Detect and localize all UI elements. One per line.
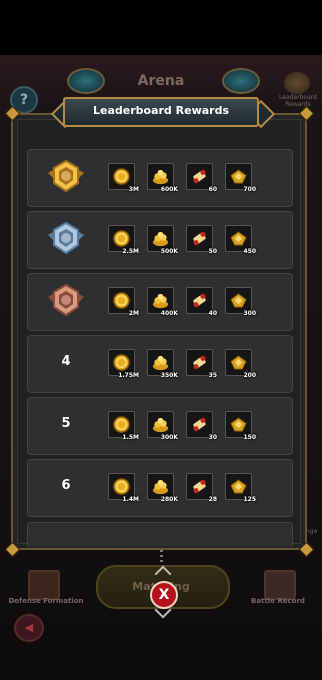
reward-quantity: 35 bbox=[208, 372, 217, 379]
reward-quantity: 450 bbox=[243, 248, 256, 255]
reward-quantity: 1.5M bbox=[122, 434, 139, 441]
arena-title: Arena bbox=[137, 73, 185, 89]
reward-quantity: 50 bbox=[208, 248, 217, 255]
reward-item[interactable]: 60 bbox=[186, 163, 217, 193]
list-item: 4 1.75M 350K 35 200 bbox=[27, 335, 293, 393]
silver-medal-icon bbox=[46, 221, 86, 257]
ingot-icon bbox=[229, 477, 248, 496]
defense-formation-label[interactable]: Defense Formation bbox=[6, 597, 86, 605]
reward-item[interactable]: 2.5M bbox=[108, 225, 139, 255]
gold-pile-icon bbox=[151, 229, 170, 248]
reward-quantity: 200 bbox=[243, 372, 256, 379]
reward-item[interactable]: 3M bbox=[108, 163, 139, 193]
gold-pile-icon bbox=[151, 291, 170, 310]
ingot-icon bbox=[229, 415, 248, 434]
reward-item[interactable]: 300 bbox=[225, 287, 256, 317]
reward-quantity: 2M bbox=[128, 310, 139, 317]
reward-quantity: 2.5M bbox=[122, 248, 139, 255]
reward-item[interactable]: 50 bbox=[186, 225, 217, 255]
gold-pile-icon bbox=[151, 477, 170, 496]
reward-quantity: 280K bbox=[160, 496, 178, 503]
gold-pile-icon bbox=[151, 353, 170, 372]
reward-item[interactable]: 450 bbox=[225, 225, 256, 255]
reward-quantity: 600K bbox=[160, 186, 178, 193]
gold-coin-icon bbox=[112, 291, 131, 310]
reward-item[interactable]: 125 bbox=[225, 473, 256, 503]
reward-item[interactable]: 28 bbox=[186, 473, 217, 503]
leaderboard-icon[interactable] bbox=[284, 72, 310, 94]
reward-item[interactable]: 600K bbox=[147, 163, 178, 193]
reward-item[interactable]: 350K bbox=[147, 349, 178, 379]
reward-item[interactable]: 300K bbox=[147, 411, 178, 441]
panel-title: Leaderboard Rewards bbox=[93, 104, 229, 117]
dotted-divider bbox=[160, 550, 163, 564]
side-label: nge bbox=[306, 528, 318, 535]
reward-quantity: 500K bbox=[160, 248, 178, 255]
gold-medal-icon bbox=[46, 159, 86, 195]
leaderboard-rewards-label[interactable]: Leaderboard Rewards bbox=[268, 94, 322, 108]
list-item: 3M 600K 60 700 bbox=[27, 149, 293, 207]
rank-number: 5 bbox=[61, 416, 71, 431]
list-item: 5 1.5M 300K 30 150 bbox=[27, 397, 293, 455]
ingot-icon bbox=[229, 167, 248, 186]
reward-item[interactable]: 150 bbox=[225, 411, 256, 441]
list-item: 2M 400K 40 300 bbox=[27, 273, 293, 331]
gold-coin-icon bbox=[112, 229, 131, 248]
reward-quantity: 1.4M bbox=[122, 496, 139, 503]
reward-item[interactable]: 40 bbox=[186, 287, 217, 317]
rank-number: 4 bbox=[61, 354, 71, 369]
reward-item[interactable]: 30 bbox=[186, 411, 217, 441]
gold-coin-icon bbox=[112, 167, 131, 186]
gold-pile-icon bbox=[151, 167, 170, 186]
reward-quantity: 40 bbox=[208, 310, 217, 317]
reward-quantity: 3M bbox=[128, 186, 139, 193]
battle-record-label[interactable]: Battle Record bbox=[240, 597, 316, 605]
ingot-icon bbox=[229, 291, 248, 310]
scroll-icon bbox=[190, 415, 209, 434]
reward-quantity: 400K bbox=[160, 310, 178, 317]
reward-quantity: 350K bbox=[160, 372, 178, 379]
bronze-medal-icon bbox=[46, 283, 86, 319]
gold-coin-icon bbox=[112, 477, 131, 496]
list-item: 6 1.4M 280K 28 125 bbox=[27, 459, 293, 517]
gold-coin-icon bbox=[112, 353, 131, 372]
scroll-icon bbox=[190, 353, 209, 372]
reward-quantity: 28 bbox=[208, 496, 217, 503]
reward-item[interactable]: 400K bbox=[147, 287, 178, 317]
reward-quantity: 125 bbox=[243, 496, 256, 503]
reward-quantity: 60 bbox=[208, 186, 217, 193]
reward-item[interactable]: 2M bbox=[108, 287, 139, 317]
reward-quantity: 1.75M bbox=[118, 372, 139, 379]
battle-record-icon[interactable] bbox=[264, 570, 296, 600]
list-item-partial bbox=[27, 522, 293, 546]
reward-quantity: 300K bbox=[160, 434, 178, 441]
reward-quantity: 30 bbox=[208, 434, 217, 441]
scroll-icon bbox=[190, 229, 209, 248]
scroll-icon bbox=[190, 291, 209, 310]
scroll-icon bbox=[190, 167, 209, 186]
reward-item[interactable]: 1.75M bbox=[108, 349, 139, 379]
close-button[interactable]: X bbox=[150, 581, 178, 609]
reward-item[interactable]: 700 bbox=[225, 163, 256, 193]
reward-item[interactable]: 280K bbox=[147, 473, 178, 503]
gold-coin-icon bbox=[112, 415, 131, 434]
reward-item[interactable]: 500K bbox=[147, 225, 178, 255]
ingot-icon bbox=[229, 353, 248, 372]
reward-item[interactable]: 1.4M bbox=[108, 473, 139, 503]
defense-formation-icon[interactable] bbox=[28, 570, 60, 600]
gold-pile-icon bbox=[151, 415, 170, 434]
list-item: 2.5M 500K 50 450 bbox=[27, 211, 293, 269]
reward-quantity: 700 bbox=[243, 186, 256, 193]
scroll-icon bbox=[190, 477, 209, 496]
reward-quantity: 300 bbox=[243, 310, 256, 317]
top-black-band bbox=[0, 0, 322, 55]
back-button[interactable]: ◀ bbox=[14, 614, 44, 642]
reward-item[interactable]: 1.5M bbox=[108, 411, 139, 441]
reward-item[interactable]: 200 bbox=[225, 349, 256, 379]
reward-item[interactable]: 35 bbox=[186, 349, 217, 379]
ingot-icon bbox=[229, 229, 248, 248]
rank-number: 6 bbox=[61, 478, 71, 493]
reward-quantity: 150 bbox=[243, 434, 256, 441]
